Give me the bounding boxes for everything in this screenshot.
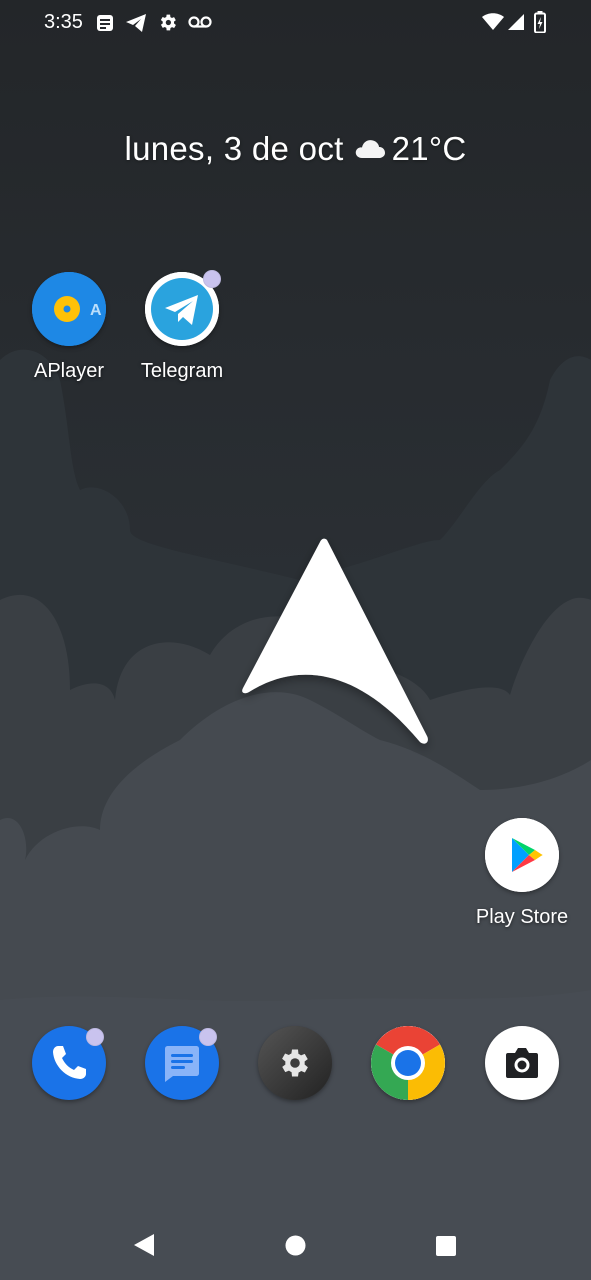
battery-charging-icon	[534, 11, 546, 38]
cell-signal-icon	[507, 13, 525, 36]
notification-dot	[86, 1028, 104, 1046]
voicemail-icon	[188, 15, 212, 34]
navigation-bar	[0, 1210, 591, 1280]
camera-icon[interactable]	[485, 1026, 559, 1100]
temperature-text[interactable]: 21°C	[392, 130, 467, 167]
app-label: APlayer	[33, 360, 105, 382]
svg-text:A: A	[90, 302, 102, 319]
date-text[interactable]: lunes, 3 de oct	[124, 130, 343, 167]
gear-icon	[157, 12, 178, 38]
app-play-store[interactable]: Play Store	[462, 818, 582, 929]
at-a-glance-widget[interactable]: lunes, 3 de oct 21°C	[0, 130, 591, 170]
app-label: Telegram	[140, 360, 224, 382]
telegram-icon[interactable]	[145, 270, 221, 346]
messages-icon[interactable]	[145, 1026, 219, 1100]
recents-icon[interactable]	[435, 1235, 457, 1262]
status-bar: 3:35	[0, 0, 591, 46]
app-aplayer[interactable]: A APlayer	[9, 272, 129, 383]
home-icon[interactable]	[285, 1235, 306, 1261]
back-icon[interactable]	[132, 1232, 156, 1263]
play-store-icon[interactable]	[485, 818, 559, 892]
app-telegram[interactable]: Telegram	[122, 270, 242, 383]
aplayer-icon[interactable]: A	[32, 272, 106, 346]
notification-dot	[199, 1028, 217, 1046]
status-time: 3:35	[44, 11, 83, 33]
settings-icon[interactable]	[258, 1026, 332, 1100]
wifi-icon	[482, 13, 504, 36]
notes-icon	[96, 14, 114, 37]
notification-dot	[203, 270, 221, 288]
cloud-icon	[354, 129, 386, 167]
app-label: Play Store	[475, 906, 569, 928]
phone-icon[interactable]	[32, 1026, 106, 1100]
telegram-send-icon	[125, 13, 147, 38]
chrome-icon[interactable]	[371, 1026, 445, 1100]
